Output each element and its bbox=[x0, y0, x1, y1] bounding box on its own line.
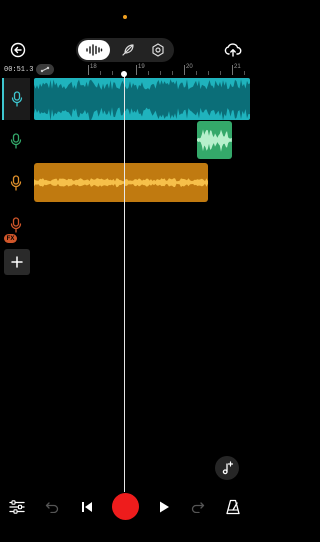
back-button[interactable] bbox=[8, 40, 28, 60]
time-readout: 00:51.3 bbox=[4, 66, 34, 74]
mode-waveform-button[interactable] bbox=[78, 40, 110, 60]
waveform-icon bbox=[86, 44, 103, 56]
ruler-tick bbox=[136, 65, 137, 75]
track-header-2[interactable] bbox=[2, 120, 30, 162]
ruler-tick bbox=[196, 71, 197, 75]
sliders-icon bbox=[9, 500, 25, 514]
playhead-handle[interactable] bbox=[121, 71, 127, 77]
ruler-tick bbox=[160, 71, 161, 75]
loop-icon bbox=[40, 66, 50, 73]
microphone-icon bbox=[11, 91, 23, 107]
redo-icon bbox=[191, 502, 205, 513]
microphone-icon bbox=[10, 175, 22, 191]
fx-badge: FX bbox=[4, 234, 17, 243]
timeline-ruler[interactable]: 18 19 20 21 bbox=[58, 62, 250, 76]
metronome-icon bbox=[226, 499, 240, 515]
ruler-label: 21 bbox=[234, 64, 241, 70]
undo-icon bbox=[45, 502, 59, 513]
microphone-icon bbox=[10, 133, 22, 149]
track-header-1[interactable] bbox=[2, 78, 30, 120]
ruler-tick bbox=[184, 65, 185, 75]
undo-button[interactable] bbox=[42, 493, 62, 521]
audio-clip-track-3[interactable] bbox=[34, 163, 208, 202]
audio-clip-track-2[interactable] bbox=[197, 121, 232, 159]
ruler-tick bbox=[100, 71, 101, 75]
mode-switch bbox=[76, 38, 174, 62]
mode-settings-button[interactable] bbox=[146, 40, 170, 60]
ruler-tick bbox=[220, 71, 221, 75]
ruler-tick bbox=[88, 65, 89, 75]
microphone-icon bbox=[10, 217, 22, 233]
ruler-tick bbox=[172, 71, 173, 75]
cloud-upload-icon bbox=[224, 43, 242, 57]
music-note-add-icon bbox=[222, 461, 234, 475]
audio-clip-track-1[interactable] bbox=[34, 78, 250, 120]
record-button[interactable] bbox=[112, 493, 139, 520]
cloud-upload-button[interactable] bbox=[222, 40, 244, 60]
play-button[interactable] bbox=[154, 493, 174, 521]
waveform-graphic bbox=[34, 178, 208, 188]
metronome-button[interactable] bbox=[222, 493, 244, 521]
ruler-label: 19 bbox=[138, 64, 145, 70]
skip-back-button[interactable] bbox=[77, 493, 97, 521]
mixer-button[interactable] bbox=[6, 493, 28, 521]
waveform-graphic bbox=[34, 79, 250, 120]
settings-hexagon-icon bbox=[152, 43, 164, 57]
ruler-label: 20 bbox=[186, 64, 193, 70]
status-dot bbox=[123, 15, 127, 19]
waveform-graphic bbox=[197, 129, 232, 152]
playhead[interactable] bbox=[124, 72, 125, 492]
plus-icon bbox=[11, 256, 23, 268]
skip-back-icon bbox=[82, 502, 92, 512]
ruler-tick bbox=[244, 71, 245, 75]
ruler-label: 18 bbox=[90, 64, 97, 70]
arrow-left-icon bbox=[10, 42, 26, 58]
ruler-tick bbox=[232, 65, 233, 75]
loop-button[interactable] bbox=[36, 64, 54, 75]
redo-button[interactable] bbox=[188, 493, 208, 521]
track-header-3[interactable] bbox=[2, 162, 30, 204]
mode-lyrics-button[interactable] bbox=[116, 40, 140, 60]
play-icon bbox=[160, 501, 169, 513]
ruler-tick bbox=[112, 71, 113, 75]
ruler-tick bbox=[208, 71, 209, 75]
feather-icon bbox=[122, 44, 134, 56]
add-instrument-button[interactable] bbox=[215, 456, 239, 480]
add-track-button[interactable] bbox=[4, 249, 30, 275]
ruler-tick bbox=[148, 71, 149, 75]
